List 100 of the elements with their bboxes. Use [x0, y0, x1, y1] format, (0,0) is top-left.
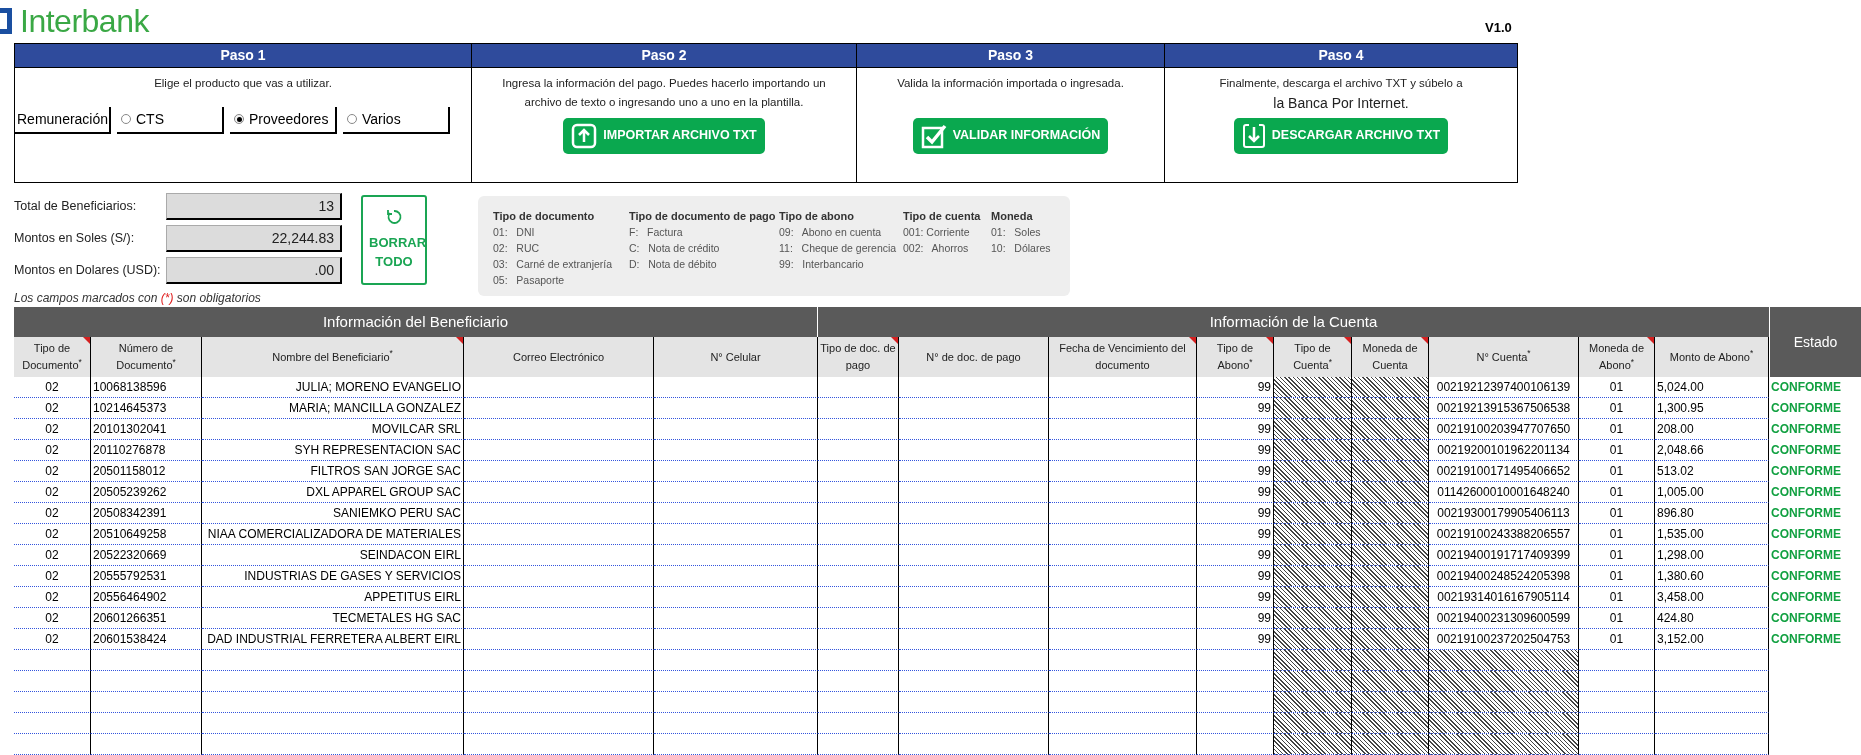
status-text: CONFORME — [1770, 526, 1842, 543]
table-cell: 02 — [14, 461, 91, 482]
column-header[interactable]: Tipo de Documento$^{*}$ — [14, 337, 91, 377]
table-cell: 3,152.00 — [1655, 629, 1769, 650]
total-field: 22,244.83 — [166, 224, 342, 252]
table-cell: TECMETALES HG SAC — [202, 608, 464, 629]
table-cell: 01 — [1579, 587, 1655, 608]
column-header[interactable]: Estado — [1769, 307, 1861, 377]
legend-title: Tipo de documento de pago — [629, 208, 777, 224]
table-cell: 01 — [1579, 566, 1655, 587]
legend-item: 09: Abono en cuenta — [779, 224, 883, 240]
column-header[interactable]: Correo Electrónico — [464, 337, 654, 377]
table-cell: 1,300.95 — [1655, 398, 1769, 419]
table-cell: 20505239262 — [91, 482, 202, 503]
logo-icon — [0, 6, 14, 37]
table-cell: 00219400191717409399 — [1429, 545, 1579, 566]
table-cell: 10068138596 — [91, 377, 202, 398]
legend-title: Tipo de abono — [779, 208, 855, 224]
field-label: Montos en Dolares (USD): — [14, 261, 162, 279]
legend-item: 001: Corriente — [903, 224, 971, 240]
table-cell: SYH REPRESENTACION SAC — [202, 440, 464, 461]
status-text: CONFORME — [1770, 463, 1842, 480]
upload-icon — [571, 122, 598, 149]
legend-item: 002: Ahorros — [903, 240, 970, 256]
column-header[interactable]: Tipo de Cuenta$^{*}$ — [1274, 337, 1352, 377]
table-cell: 02 — [14, 419, 91, 440]
table-cell: 1,005.00 — [1655, 482, 1769, 503]
table-cell: 00219213915367506538 — [1429, 398, 1579, 419]
column-header[interactable]: N° Cuenta$^{*}$ — [1429, 337, 1579, 377]
table-cell: 20501158012 — [91, 461, 202, 482]
table-cell: 00219212397400106139 — [1429, 377, 1579, 398]
column-header[interactable]: Tipo de doc. de pago — [818, 337, 899, 377]
status-text: CONFORME — [1770, 568, 1842, 585]
column-header[interactable]: N° Celular — [654, 337, 818, 377]
step-description: Elige el producto que vas a utilizar. — [154, 75, 332, 91]
column-header[interactable]: Número de Documento$^{*}$ — [91, 337, 202, 377]
table-cell: 20101302041 — [91, 419, 202, 440]
column-header[interactable]: Monto de Abono$^{*}$ — [1655, 337, 1769, 377]
table-cell: 513.02 — [1655, 461, 1769, 482]
refresh-icon — [386, 208, 402, 225]
step-description: la Banca Por Internet. — [1273, 93, 1409, 113]
version-label: V1.0 — [1485, 19, 1512, 37]
table-cell: 3,458.00 — [1655, 587, 1769, 608]
product-option[interactable]: Remuneración — [15, 106, 111, 134]
table-cell: INDUSTRIAS DE GASES Y SERVICIOS — [202, 566, 464, 587]
status-text: CONFORME — [1770, 484, 1842, 501]
table-cell: 01 — [1579, 440, 1655, 461]
table-cell: 00219100203947707650 — [1429, 419, 1579, 440]
column-header[interactable]: Fecha de Vencimiento del documento — [1049, 337, 1197, 377]
column-header[interactable]: Moneda de Cuenta — [1352, 337, 1429, 377]
legend-item: D: Nota de débito — [629, 256, 718, 272]
status-text: CONFORME — [1770, 379, 1842, 396]
step-description: archivo de texto o ingresando uno a uno en la plantilla. — [524, 94, 804, 110]
column-header[interactable]: N° de doc. de pago — [899, 337, 1049, 377]
table-cell: 00219314016167905114 — [1429, 587, 1579, 608]
status-text: CONFORME — [1770, 421, 1842, 438]
legend-item: 11: Cheque de gerencia — [779, 240, 898, 256]
table-cell: 00219100171495406652 — [1429, 461, 1579, 482]
table-cell: 01 — [1579, 545, 1655, 566]
table-cell: 00219100243388206557 — [1429, 524, 1579, 545]
product-option[interactable]: CTS — [117, 106, 224, 134]
table-cell: DAD INDUSTRIAL FERRETERA ALBERT EIRL — [202, 629, 464, 650]
step-description: Valida la información importada o ingresada. — [897, 75, 1124, 91]
table-cell: 02 — [14, 629, 91, 650]
table-cell: 00219400248524205398 — [1429, 566, 1579, 587]
step-description: Ingresa la información del pago. Puedes hacerlo importando un — [502, 75, 826, 91]
table-cell: 01 — [1579, 377, 1655, 398]
table-cell: 00219400231309600599 — [1429, 608, 1579, 629]
table-cell: FILTROS SAN JORGE SAC — [202, 461, 464, 482]
step-header: Paso 2 — [471, 43, 856, 67]
table-cell: 01 — [1579, 461, 1655, 482]
table-cell: 02 — [14, 524, 91, 545]
product-option[interactable]: Varios — [343, 106, 450, 134]
legend-item: 99: Interbancario — [779, 256, 865, 272]
table-cell: JULIA; MORENO EVANGELIO — [202, 377, 464, 398]
status-text: CONFORME — [1770, 505, 1842, 522]
table-cell: 02 — [14, 482, 91, 503]
step-header: Paso 1 — [15, 43, 471, 67]
table-cell: 02 — [14, 545, 91, 566]
table-cell: 5,024.00 — [1655, 377, 1769, 398]
table-cell: SEINDACON EIRL — [202, 545, 464, 566]
column-header[interactable]: Tipo de Abono$^{*}$ — [1197, 337, 1274, 377]
column-header[interactable]: Moneda de Abono$^{*}$ — [1579, 337, 1655, 377]
table-cell: 20601538424 — [91, 629, 202, 650]
table-cell: 01 — [1579, 419, 1655, 440]
table-cell: 01 — [1579, 503, 1655, 524]
table-cell: 02 — [14, 503, 91, 524]
table-cell: 01 — [1579, 524, 1655, 545]
status-text: CONFORME — [1770, 631, 1842, 648]
table-cell: 00219300179905406113 — [1429, 503, 1579, 524]
product-option[interactable]: Proveedores — [230, 106, 337, 134]
table-cell: 20522320669 — [91, 545, 202, 566]
table-cell: 896.80 — [1655, 503, 1769, 524]
table-cell: 1,298.00 — [1655, 545, 1769, 566]
logo-text: Interbank — [20, 5, 149, 38]
table-cell: 20555792531 — [91, 566, 202, 587]
table-cell: 20510649258 — [91, 524, 202, 545]
column-header[interactable]: Nombre del Beneficiario$^{*}$ — [202, 337, 464, 377]
table-cell: 02 — [14, 566, 91, 587]
table-cell: 2,048.66 — [1655, 440, 1769, 461]
